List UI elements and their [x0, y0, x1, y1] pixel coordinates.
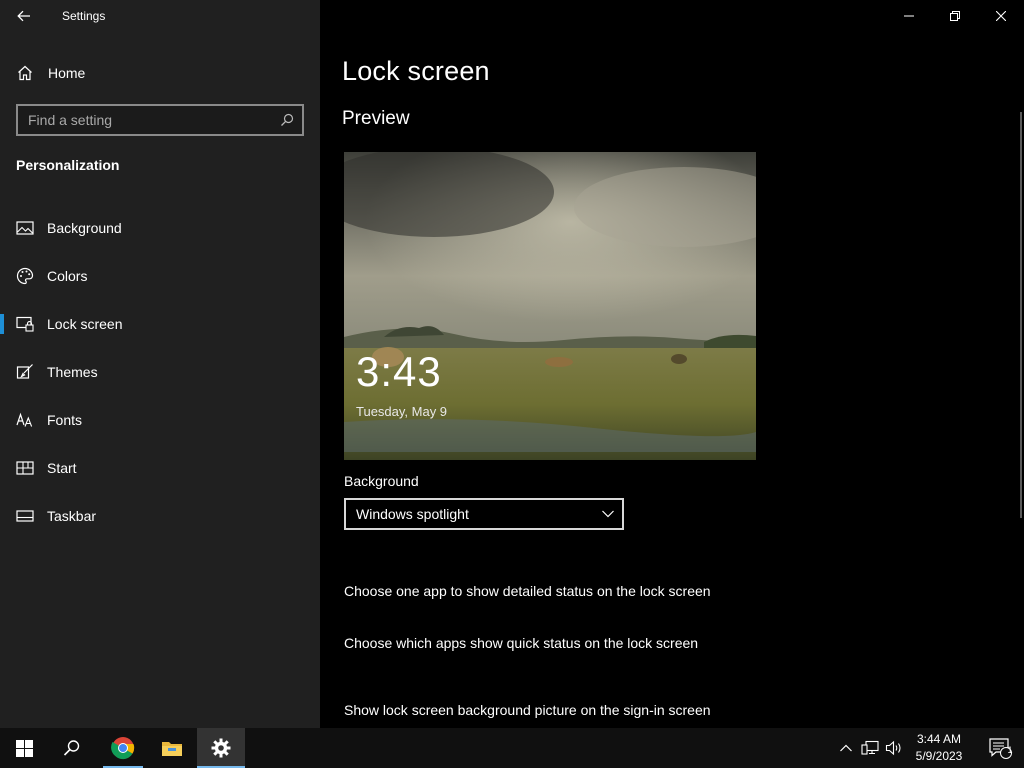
- sidebar-item-label: Lock screen: [47, 316, 123, 332]
- show-hidden-icons-button[interactable]: [836, 738, 856, 758]
- home-label: Home: [48, 65, 86, 81]
- preview-heading: Preview: [342, 108, 410, 129]
- preview-time: 3:43: [356, 348, 442, 395]
- restore-button[interactable]: [932, 0, 978, 32]
- background-label: Background: [344, 473, 419, 489]
- settings-gear-icon: [211, 738, 231, 758]
- taskbar-clock[interactable]: 3:44 AM 5/9/2023: [908, 731, 970, 765]
- minimize-button[interactable]: [886, 0, 932, 32]
- taskbar-chrome[interactable]: [99, 728, 147, 768]
- start-icon: [16, 459, 34, 477]
- sidebar-item-label: Colors: [47, 268, 88, 284]
- home-icon: [18, 65, 32, 81]
- taskbar-file-explorer[interactable]: [148, 728, 196, 768]
- sidebar-item-start[interactable]: Start: [0, 444, 320, 492]
- window-controls: [886, 0, 1024, 32]
- volume-tray-button[interactable]: [884, 738, 904, 758]
- chevron-down-icon: [602, 510, 614, 518]
- sidebar-item-label: Start: [47, 460, 77, 476]
- back-button[interactable]: [10, 4, 38, 28]
- taskbar: 3:44 AM 5/9/2023 1: [0, 728, 1024, 768]
- sidebar-item-background[interactable]: Background: [0, 204, 320, 252]
- signin-picture-toggle-label[interactable]: Show lock screen background picture on t…: [344, 702, 711, 718]
- preview-date: Tuesday, May 9: [356, 404, 448, 419]
- taskbar-settings[interactable]: [197, 728, 245, 768]
- action-center-button[interactable]: 1: [980, 728, 1020, 768]
- notification-count-badge: 1: [1007, 745, 1013, 755]
- search-icon: [281, 113, 294, 126]
- close-button[interactable]: [978, 0, 1024, 32]
- search-box[interactable]: [16, 104, 304, 136]
- background-dropdown[interactable]: Windows spotlight: [344, 498, 624, 530]
- sidebar-item-lock-screen[interactable]: Lock screen: [0, 300, 320, 348]
- chrome-icon: [111, 737, 135, 760]
- palette-icon: [16, 267, 34, 285]
- nav-list: Background Colors Lock screen Themes Fon…: [0, 204, 320, 540]
- sidebar-item-label: Themes: [47, 364, 98, 380]
- detailed-status-link[interactable]: Choose one app to show detailed status o…: [344, 583, 711, 599]
- chevron-up-icon: [840, 744, 852, 752]
- network-icon: [861, 740, 879, 755]
- clock-date: 5/9/2023: [915, 749, 963, 763]
- minimize-icon: [904, 15, 914, 17]
- brush-icon: [16, 363, 34, 381]
- file-explorer-icon: [162, 742, 182, 756]
- back-arrow-icon: [17, 10, 30, 22]
- scrollbar[interactable]: [1020, 112, 1022, 518]
- sidebar-item-themes[interactable]: Themes: [0, 348, 320, 396]
- start-button[interactable]: [0, 728, 48, 768]
- sidebar-item-fonts[interactable]: Fonts: [0, 396, 320, 444]
- close-icon: [996, 11, 1006, 21]
- main-content: Lock screen Preview 3:43 Tuesday, May 9 …: [320, 0, 1024, 728]
- settings-window: Settings Home Personalization Background: [0, 0, 1024, 728]
- sidebar: Settings Home Personalization Background: [0, 0, 320, 728]
- taskbar-search-button[interactable]: [48, 728, 96, 768]
- network-tray-button[interactable]: [860, 738, 880, 758]
- windows-logo-icon: [15, 739, 33, 757]
- quick-status-link[interactable]: Choose which apps show quick status on t…: [344, 635, 698, 651]
- background-dropdown-value: Windows spotlight: [356, 506, 469, 522]
- lock-screen-icon: [16, 315, 34, 333]
- sidebar-item-label: Background: [47, 220, 122, 236]
- section-title: Personalization: [16, 157, 120, 173]
- sidebar-item-colors[interactable]: Colors: [0, 252, 320, 300]
- search-icon: [63, 740, 80, 756]
- sidebar-item-label: Taskbar: [47, 508, 97, 524]
- app-title: Settings: [62, 9, 106, 23]
- sidebar-item-taskbar[interactable]: Taskbar: [0, 492, 320, 540]
- speaker-icon: [885, 740, 901, 756]
- clock-time: 3:44 AM: [916, 732, 962, 746]
- sidebar-item-label: Fonts: [47, 412, 83, 428]
- font-icon: [16, 411, 34, 429]
- picture-icon: [16, 219, 34, 237]
- lock-screen-preview: 3:43 Tuesday, May 9: [344, 152, 756, 460]
- home-nav-item[interactable]: Home: [16, 60, 85, 86]
- restore-icon: [950, 11, 960, 21]
- search-input[interactable]: [28, 112, 280, 128]
- page-title: Lock screen: [342, 56, 490, 86]
- taskbar-icon: [16, 507, 34, 525]
